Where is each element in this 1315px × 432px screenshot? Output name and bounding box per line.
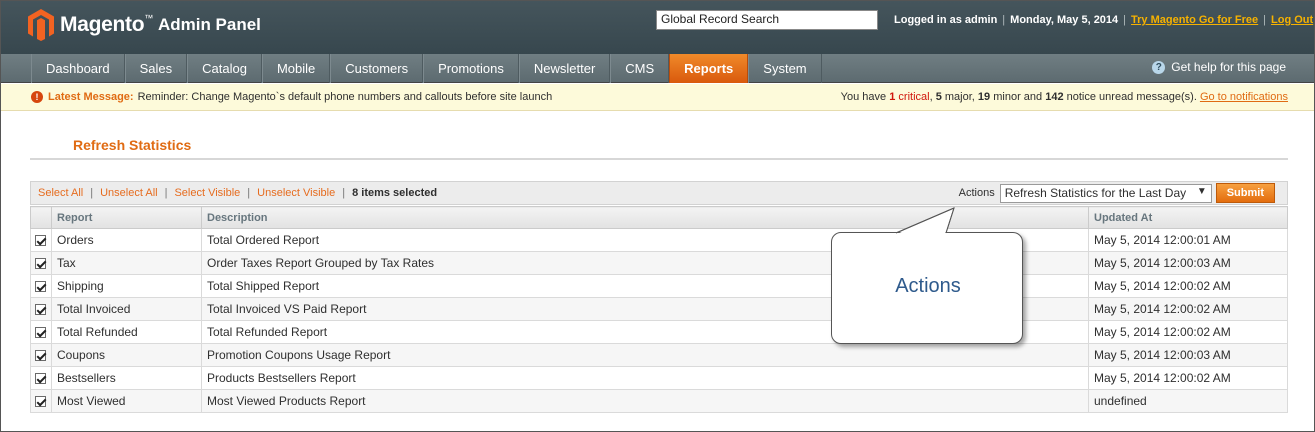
app-subtitle: Admin Panel <box>157 15 261 34</box>
unselect-visible-link[interactable]: Unselect Visible <box>257 187 335 199</box>
latest-message-text: Reminder: Change Magento`s default phone… <box>137 91 553 103</box>
report-cell: Coupons <box>51 343 202 367</box>
table-row[interactable]: Shipping Total Shipped Report May 5, 201… <box>30 274 1288 298</box>
major-count: 5 <box>935 91 942 103</box>
main-nav: Dashboard Sales Catalog Mobile Customers… <box>1 54 1314 83</box>
unselect-all-link[interactable]: Unselect All <box>100 187 157 199</box>
updated-at-cell: May 5, 2014 12:00:02 AM <box>1088 297 1288 321</box>
checkbox-checked-icon[interactable] <box>35 281 46 293</box>
selected-count: 8 <box>352 187 359 199</box>
help-label: Get help for this page <box>1171 60 1286 74</box>
report-cell: Most Viewed <box>51 389 202 413</box>
updated-at-cell: May 5, 2014 12:00:02 AM <box>1088 320 1288 344</box>
updated-at-cell: May 5, 2014 12:00:01 AM <box>1088 228 1288 252</box>
nav-item-reports[interactable]: Reports <box>669 54 749 83</box>
global-search-input[interactable]: Global Record Search <box>656 10 878 30</box>
logout-link[interactable]: Log Out <box>1271 14 1313 26</box>
table-row[interactable]: Tax Order Taxes Report Grouped by Tax Ra… <box>30 251 1288 275</box>
massaction-bar: Select All | Unselect All | Select Visible | U… <box>30 181 1288 205</box>
admin-window: Magento™ Admin Panel Global Record Searc… <box>0 0 1315 432</box>
nav-item-sales[interactable]: Sales <box>124 54 188 83</box>
logo[interactable]: Magento™ Admin Panel <box>28 9 261 41</box>
try-magento-go-link[interactable]: Try Magento Go for Free <box>1131 14 1258 26</box>
header-checkbox-col <box>30 206 52 229</box>
updated-at-cell: May 5, 2014 12:00:02 AM <box>1088 366 1288 390</box>
nav-item-dashboard[interactable]: Dashboard <box>31 54 125 83</box>
nav-item-newsletter[interactable]: Newsletter <box>518 54 611 83</box>
nav-item-customers[interactable]: Customers <box>330 54 424 83</box>
checkbox-checked-icon[interactable] <box>35 373 46 385</box>
checkbox-checked-icon[interactable] <box>35 258 46 270</box>
page-title: Refresh Statistics <box>73 137 192 153</box>
nav-item-system[interactable]: System <box>748 54 822 83</box>
statistics-table: Report Description Updated At Orders Tot… <box>30 206 1288 413</box>
checkbox-checked-icon[interactable] <box>35 396 46 408</box>
report-cell: Tax <box>51 251 202 275</box>
callout-text: Actions <box>895 275 961 297</box>
column-header-report[interactable]: Report <box>51 206 202 229</box>
updated-at-cell: May 5, 2014 12:00:03 AM <box>1088 251 1288 275</box>
checkbox-checked-icon[interactable] <box>35 327 46 339</box>
table-row[interactable]: Bestsellers Products Bestsellers Report … <box>30 366 1288 390</box>
actions-select[interactable]: Refresh Statistics for the Last Day ▼ <box>999 183 1212 203</box>
updated-at-cell: May 5, 2014 12:00:02 AM <box>1088 274 1288 298</box>
nav-item-mobile[interactable]: Mobile <box>261 54 331 83</box>
header-bar: Magento™ Admin Panel Global Record Searc… <box>1 1 1314 54</box>
callout-bubble: Actions <box>831 232 1023 344</box>
latest-message-label: Latest Message: <box>48 91 134 103</box>
submit-button[interactable]: Submit <box>1215 183 1275 203</box>
description-cell: Most Viewed Products Report <box>201 389 1089 413</box>
header-date: Monday, May 5, 2014 <box>1010 14 1119 26</box>
message-summary: You have 1 critical, 5 major, 19 minor a… <box>840 91 1288 103</box>
actions-label: Actions <box>958 187 995 199</box>
table-row[interactable]: Total Refunded Total Refunded Report May… <box>30 320 1288 344</box>
updated-at-cell: May 5, 2014 12:00:03 AM <box>1088 343 1288 367</box>
header-user-info: Logged in as admin | Monday, May 5, 2014 | T… <box>894 14 1314 26</box>
alert-icon: ! <box>31 91 43 103</box>
critical-label: critical <box>898 91 930 103</box>
description-cell: Promotion Coupons Usage Report <box>201 343 1089 367</box>
help-link[interactable]: ? Get help for this page <box>1152 60 1286 74</box>
critical-count: 1 <box>889 91 896 103</box>
magento-logo-icon <box>28 9 54 41</box>
report-cell: Total Invoiced <box>51 297 202 321</box>
nav-item-catalog[interactable]: Catalog <box>187 54 262 83</box>
table-row[interactable]: Orders Total Ordered Report May 5, 2014 … <box>30 228 1288 252</box>
selected-label: items selected <box>361 187 438 199</box>
nav-item-cms[interactable]: CMS <box>610 54 670 83</box>
chevron-down-icon: ▼ <box>1196 185 1207 197</box>
notification-bar: ! Latest Message: Reminder: Change Magen… <box>1 84 1314 111</box>
table-row[interactable]: Total Invoiced Total Invoiced VS Paid Re… <box>30 297 1288 321</box>
checkbox-checked-icon[interactable] <box>35 304 46 316</box>
updated-at-cell: undefined <box>1088 389 1288 413</box>
notice-count: 142 <box>1045 91 1064 103</box>
report-cell: Shipping <box>51 274 202 298</box>
report-cell: Total Refunded <box>51 320 202 344</box>
minor-count: 19 <box>977 91 991 103</box>
table-row[interactable]: Most Viewed Most Viewed Products Report … <box>30 389 1288 413</box>
help-icon: ? <box>1152 60 1166 74</box>
checkbox-checked-icon[interactable] <box>35 350 46 362</box>
column-header-updated-at[interactable]: Updated At <box>1088 206 1288 229</box>
go-to-notifications-link[interactable]: Go to notifications <box>1200 91 1288 103</box>
column-header-description[interactable]: Description <box>201 206 1089 229</box>
select-all-link[interactable]: Select All <box>38 187 83 199</box>
table-row[interactable]: Coupons Promotion Coupons Usage Report M… <box>30 343 1288 367</box>
nav-item-promotions[interactable]: Promotions <box>423 54 519 83</box>
description-cell: Products Bestsellers Report <box>201 366 1089 390</box>
table-header-row: Report Description Updated At <box>30 206 1288 229</box>
app-name: Magento™ <box>60 13 153 36</box>
checkbox-checked-icon[interactable] <box>35 235 46 247</box>
actions-select-value: Refresh Statistics for the Last Day <box>1004 186 1187 200</box>
report-cell: Bestsellers <box>51 366 202 390</box>
report-cell: Orders <box>51 228 202 252</box>
select-visible-link[interactable]: Select Visible <box>174 187 240 199</box>
title-divider <box>30 158 1288 160</box>
logged-in-text: Logged in as admin <box>894 14 998 26</box>
